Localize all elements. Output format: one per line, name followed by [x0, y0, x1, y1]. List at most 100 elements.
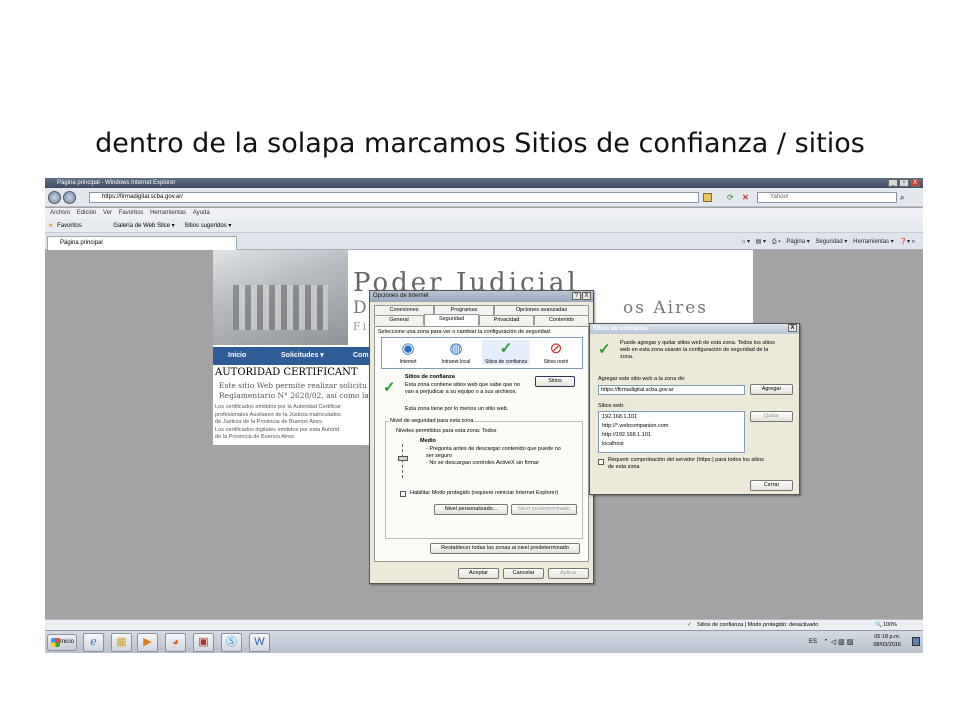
folder-icon[interactable]: ▦	[111, 633, 132, 652]
menu-item-ver[interactable]: Ver	[103, 210, 112, 216]
require-https-checkbox[interactable]	[598, 459, 604, 465]
dialog-close-button[interactable]: X	[582, 292, 591, 300]
tab-title: Página principal	[60, 240, 103, 246]
cancel-button[interactable]: Cancelar	[503, 568, 544, 579]
tab-privacidad[interactable]: Privacidad	[479, 315, 534, 325]
refresh-icon[interactable]: ⟳	[727, 193, 736, 202]
zone-label: Sitios de confianza	[485, 359, 527, 365]
ok-button[interactable]: Aceptar	[458, 568, 499, 579]
security-slider[interactable]	[398, 444, 414, 478]
site-subtitle-left: D	[353, 298, 369, 318]
print-icon[interactable]: ⎙ ▾	[772, 239, 781, 245]
zone-status-check-icon: ✓	[687, 622, 692, 628]
sitios-button[interactable]: Sitios	[535, 376, 575, 387]
feeds-icon[interactable]: ▤ ▾	[756, 239, 766, 245]
start-button[interactable]: Inicio	[47, 634, 77, 651]
firefox-icon[interactable]: ◕	[165, 633, 186, 652]
word-icon[interactable]: W	[249, 633, 270, 652]
zone-prompt: Seleccione una zona para ver o cambiar l…	[378, 329, 552, 335]
fav-link-web-slice[interactable]: Galería de Web Slice ▾	[113, 223, 174, 229]
show-desktop-icon[interactable]	[912, 637, 920, 646]
sites-label: Sitios web:	[598, 403, 625, 409]
info-line-2: web en esta zona usarán la configuración…	[620, 347, 769, 353]
check-icon: ✓	[499, 340, 513, 357]
zone-status[interactable]: Sitios de confianza | Modo protegido: de…	[697, 620, 818, 630]
level-desc-1: - Pregunta antes de descargar contenido …	[426, 446, 561, 452]
security-panel: Seleccione una zona para ver o cambiar l…	[374, 326, 589, 562]
sites-list[interactable]: 192.168.1.101 http://*.webcompanion.com …	[598, 411, 745, 453]
cmd-seguridad[interactable]: Seguridad ▾	[815, 239, 847, 245]
custom-level-button[interactable]: Nivel personalizado...	[434, 504, 508, 515]
nav-com[interactable]: Com	[353, 347, 369, 365]
agregar-button[interactable]: Agregar	[750, 384, 793, 395]
forward-icon[interactable]	[63, 191, 76, 204]
restricted-icon: ⊘	[549, 340, 563, 357]
stop-icon[interactable]: ✕	[742, 193, 751, 202]
default-level-button[interactable]: Nivel predeterminado	[511, 504, 577, 515]
dialog-title: Opciones de Internet	[373, 293, 429, 299]
slider-thumb[interactable]	[398, 456, 408, 461]
zone-sitios-de-confianza[interactable]: ✓ Sitios de confianza	[482, 340, 530, 365]
address-bar[interactable]: https://firmadigital.scba.gov.ar/	[89, 192, 699, 203]
add-site-label: Agregar este sitio web a la zona de:	[598, 376, 686, 382]
dialog-close-button[interactable]: X	[788, 324, 797, 332]
small-line: de la Provincia de Buenos Aires.	[215, 434, 296, 440]
menu-item-ayuda[interactable]: Ayuda	[193, 210, 210, 216]
tab-pagina-principal[interactable]: Página principal	[47, 236, 237, 250]
maximize-button[interactable]: ▫	[899, 179, 909, 187]
apply-button[interactable]: Aplicar	[548, 568, 589, 579]
language-indicator[interactable]: ES	[809, 639, 817, 645]
list-item[interactable]: 192.168.1.101	[602, 413, 744, 422]
search-input[interactable]: Yahoo!	[757, 192, 897, 203]
list-item[interactable]: http://192.168.1.101	[602, 431, 744, 440]
protected-mode-checkbox[interactable]	[400, 491, 406, 497]
favorites-button[interactable]: Favoritos	[57, 223, 82, 229]
tab-contenido[interactable]: Contenido	[534, 315, 589, 325]
reset-all-button[interactable]: Restablecer todas las zonas al nivel pre…	[430, 543, 580, 554]
tab-general[interactable]: General	[374, 315, 424, 325]
app-icon[interactable]: ▣	[193, 633, 214, 652]
cmd-pagina[interactable]: Página ▾	[786, 239, 809, 245]
ie-taskbar-icon[interactable]: ℯ	[83, 633, 104, 652]
clock[interactable]: 05:18 p.m. 08/03/2016	[873, 633, 901, 649]
site-subtitle-right: os Aires	[623, 298, 708, 318]
level-desc-3: - No se descargan controles ActiveX sin …	[426, 460, 539, 466]
menu-item-favoritos[interactable]: Favoritos	[119, 210, 144, 216]
favorites-star-icon[interactable]: ★	[48, 223, 53, 229]
zone-desc-1: Esta zona contiene sitios web que sabe q…	[405, 382, 520, 388]
tab-seguridad[interactable]: Seguridad	[424, 314, 479, 326]
search-icon[interactable]: ⌕	[900, 192, 910, 203]
nav-solicitudes[interactable]: Solicitudes ▾	[281, 347, 324, 365]
add-site-input[interactable]: https://firmadigital.scba.gov.ar	[598, 385, 745, 395]
dialog-help-button[interactable]: ?	[572, 292, 581, 300]
list-item[interactable]: http://*.webcompanion.com	[602, 422, 744, 431]
cmd-herramientas[interactable]: Herramientas ▾	[853, 239, 894, 245]
menu-item-archivo[interactable]: Archivo	[50, 210, 70, 216]
quitar-button[interactable]: Quitar	[750, 411, 793, 422]
menu-item-herramientas[interactable]: Herramientas	[150, 210, 186, 216]
dialog-title: Sitios de confianza	[593, 326, 648, 332]
help-icon[interactable]: ❓▾ »	[900, 239, 916, 245]
back-icon[interactable]	[48, 191, 61, 204]
require-https-line-2: de esta zona	[608, 464, 640, 470]
nav-inicio[interactable]: Inicio	[228, 347, 246, 365]
zoom-level[interactable]: 100%	[883, 620, 897, 630]
media-player-icon[interactable]: ▶	[137, 633, 158, 652]
lock-icon[interactable]	[703, 193, 712, 202]
fav-link-sitios-sugeridos[interactable]: Sitios sugeridos ▾	[184, 223, 231, 229]
close-button[interactable]: X	[910, 179, 920, 187]
minimize-button[interactable]: _	[888, 179, 898, 187]
zone-internet[interactable]: ◉ Internet	[384, 340, 432, 365]
protected-mode-label: Habilitar Modo protegido (requiere reini…	[410, 490, 559, 496]
tab-opciones-avanzadas[interactable]: Opciones avanzadas	[494, 305, 589, 315]
home-icon[interactable]: ⌂ ▾	[742, 239, 750, 245]
zoom-icon[interactable]: 🔍	[875, 620, 882, 630]
zone-sitios-restringidos[interactable]: ⊘ Sitios restri	[532, 340, 580, 365]
cerrar-button[interactable]: Cerrar	[750, 480, 793, 491]
list-item[interactable]: localhost	[602, 440, 744, 449]
skype-icon[interactable]: Ⓢ	[221, 633, 242, 652]
trusted-check-icon: ✓	[383, 379, 396, 396]
tray-icons[interactable]: ⌃ ◁ ▥ ▨	[823, 638, 853, 646]
zone-intranet[interactable]: ◍ Intranet local	[432, 340, 480, 365]
menu-item-edicion[interactable]: Edición	[77, 210, 97, 216]
